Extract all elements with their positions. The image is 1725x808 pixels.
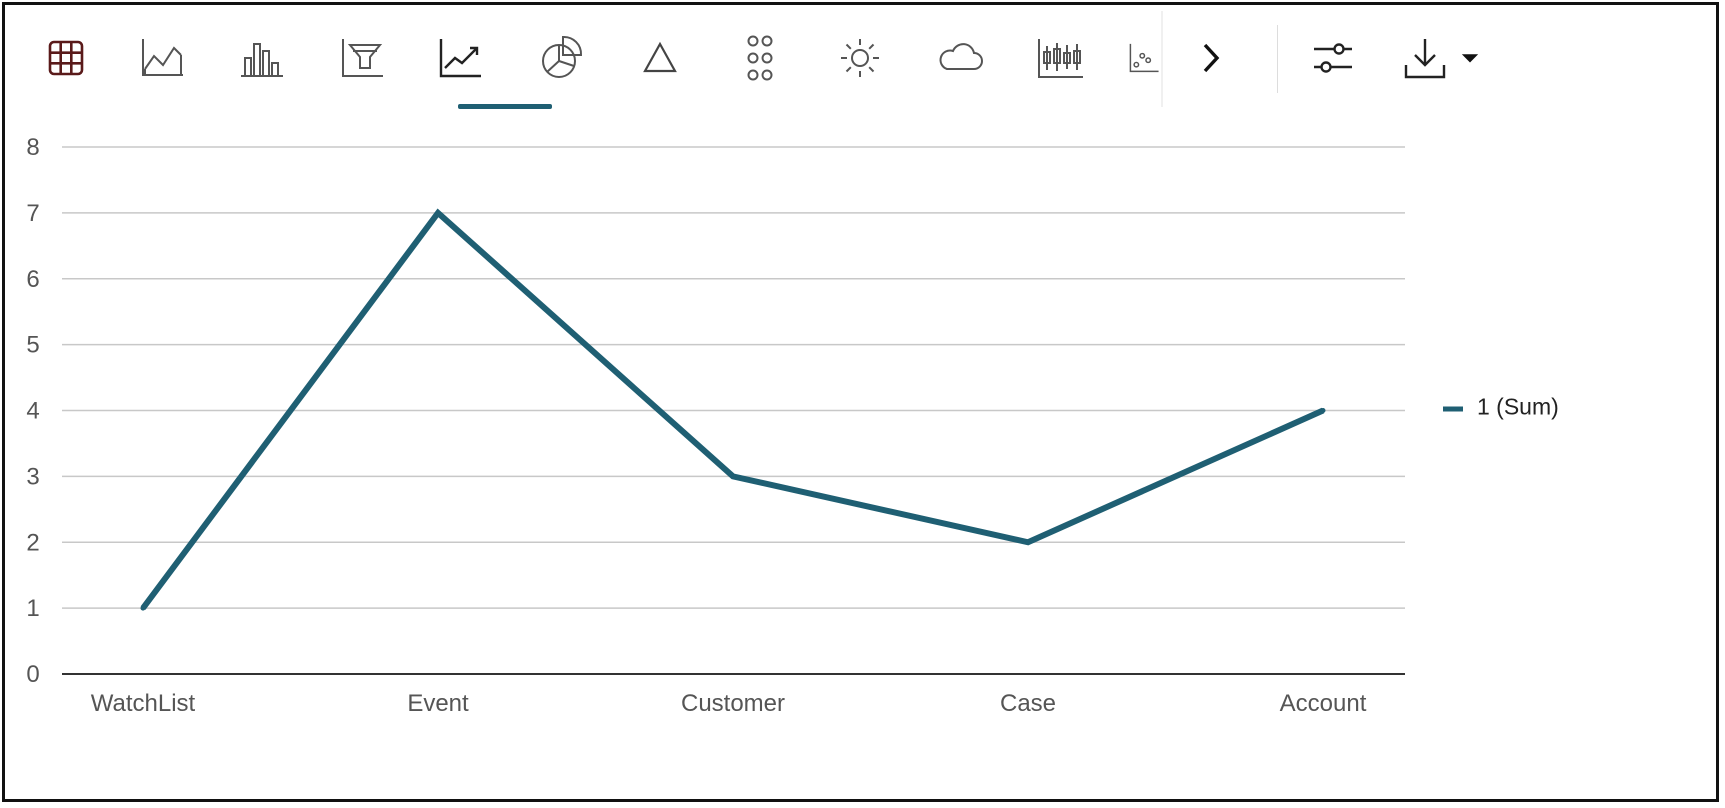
y-tick-label: 1 xyxy=(26,595,39,622)
line-chart: 0 1 2 3 4 5 6 7 8 WatchList Event Customer Case Accou… xyxy=(5,117,1720,803)
y-tick-label: 7 xyxy=(26,200,39,227)
chart-type-toolbar xyxy=(5,5,1716,117)
data-point xyxy=(730,473,736,479)
data-point xyxy=(140,605,146,611)
caret-down-icon[interactable] xyxy=(1450,23,1490,93)
legend-swatch xyxy=(1443,406,1463,412)
x-tick-label: Case xyxy=(1000,690,1056,717)
x-tick-label: Customer xyxy=(681,690,785,717)
y-tick-label: 0 xyxy=(26,661,39,688)
toolbar-divider xyxy=(1277,25,1278,93)
scatter-chart-icon[interactable] xyxy=(1123,23,1163,93)
y-tick-label: 8 xyxy=(26,134,39,161)
pyramid-chart-icon[interactable] xyxy=(625,23,695,93)
settings-sliders-icon[interactable] xyxy=(1298,23,1368,93)
line-chart-icon[interactable] xyxy=(425,23,495,93)
data-point xyxy=(1025,539,1031,545)
y-tick-label: 2 xyxy=(26,529,39,556)
y-tick-label: 5 xyxy=(26,332,39,359)
y-tick-label: 6 xyxy=(26,266,39,293)
bar-chart-icon[interactable] xyxy=(227,23,297,93)
y-tick-label: 3 xyxy=(26,463,39,490)
data-point xyxy=(1320,408,1326,413)
area-chart-icon[interactable] xyxy=(127,23,197,93)
dot-grid-icon[interactable] xyxy=(725,23,795,93)
pie-chart-icon[interactable] xyxy=(527,23,597,93)
active-tool-indicator xyxy=(458,104,552,109)
chart-panel: 0 1 2 3 4 5 6 7 8 WatchList Event Customer Case Accou… xyxy=(2,2,1719,802)
x-tick-label: Account xyxy=(1280,690,1367,717)
data-point xyxy=(435,210,441,216)
toolbar-overflow-edge xyxy=(1161,11,1163,107)
x-tick-label: WatchList xyxy=(91,690,196,717)
legend-label: 1 (Sum) xyxy=(1477,394,1559,420)
tag-cloud-icon[interactable] xyxy=(925,23,995,93)
funnel-chart-icon[interactable] xyxy=(327,23,397,93)
chevron-right-icon[interactable] xyxy=(1175,23,1245,93)
table-view-icon[interactable] xyxy=(31,23,101,93)
stock-chart-icon[interactable] xyxy=(1025,23,1095,93)
y-tick-label: 4 xyxy=(26,398,39,425)
x-tick-label: Event xyxy=(407,690,469,717)
line-chart-canvas: 0 1 2 3 4 5 6 7 8 WatchList Event Customer Case Accou… xyxy=(26,134,1559,717)
sunburst-icon[interactable] xyxy=(825,23,895,93)
